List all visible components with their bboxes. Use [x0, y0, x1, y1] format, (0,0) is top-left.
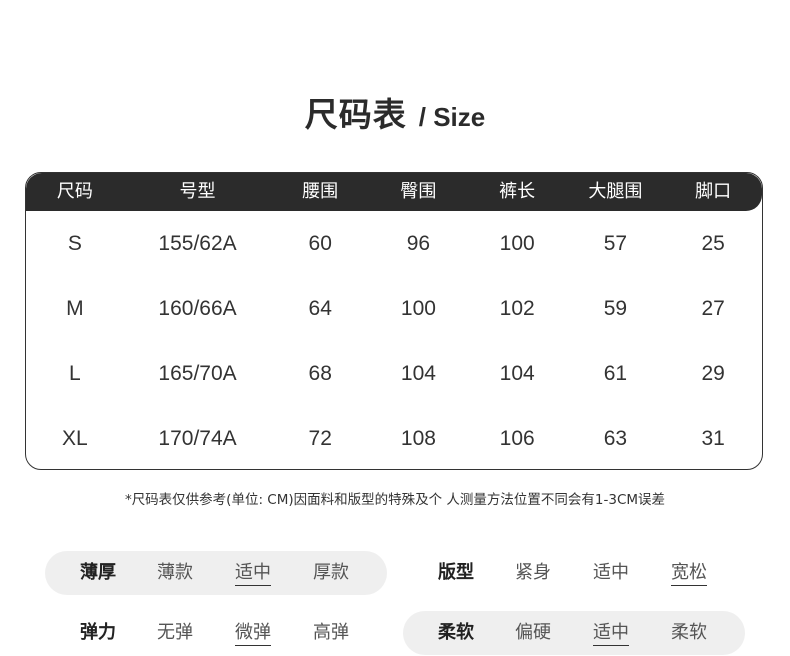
header-cell-hem: 脚口	[695, 181, 732, 202]
attr-option: 柔软	[671, 622, 707, 643]
attr-option: 宽松	[671, 561, 707, 586]
table-cell: 160/66A	[158, 297, 237, 320]
table-cell: 106	[499, 427, 535, 450]
attr-option: 厚款	[313, 562, 349, 583]
table-cell: 31	[701, 427, 725, 450]
table-cell: 165/70A	[158, 362, 237, 385]
attr-label-thickness: 薄厚	[80, 562, 116, 583]
attr-option: 薄款	[157, 562, 193, 583]
header-cell-hip: 臀围	[400, 181, 437, 202]
table-cell: 170/74A	[158, 427, 237, 450]
attr-option: 适中	[593, 621, 629, 646]
table-cell: 25	[701, 232, 725, 255]
table-cell: 57	[603, 232, 628, 255]
header-cell-model: 号型	[179, 181, 216, 202]
attr-elasticity: 弹力 无弹 微弹 高弹	[45, 611, 387, 655]
header-cell-waist: 腰围	[302, 181, 339, 202]
table-cell: 63	[603, 427, 628, 450]
header-cell-thigh: 大腿围	[588, 181, 643, 202]
attr-label-fit: 版型	[438, 562, 474, 583]
attr-option: 适中	[593, 562, 629, 583]
size-table: 尺码 号型 腰围 臀围 裤长 大腿围 脚口 S 155/62A 60 96 10…	[25, 172, 763, 470]
table-cell: 72	[308, 427, 332, 450]
attr-option: 紧身	[515, 562, 551, 583]
table-cell: 68	[308, 362, 332, 385]
table-cell: 108	[400, 427, 436, 450]
page-title: 尺码表 / Size	[0, 88, 790, 136]
attr-label-elasticity: 弹力	[80, 622, 116, 643]
table-cell: S	[67, 232, 82, 255]
attr-softness: 柔软 偏硬 适中 柔软	[403, 611, 745, 655]
table-cell: L	[69, 362, 81, 385]
table-row: L 165/70A 68 104 104 61 29	[26, 341, 762, 406]
attr-option: 微弹	[235, 621, 271, 646]
attr-option: 偏硬	[515, 622, 551, 643]
table-cell: 27	[701, 297, 725, 320]
table-cell: 59	[603, 297, 628, 320]
table-cell: 60	[308, 232, 332, 255]
table-header: 尺码 号型 腰围 臀围 裤长 大腿围 脚口	[26, 173, 762, 211]
title-english: / Size	[418, 102, 486, 132]
table-cell: 96	[406, 232, 431, 255]
table-cell: 64	[308, 297, 332, 320]
size-note: *尺码表仅供参考(单位: CM)因面料和版型的特殊及个 人测量方法位置不同会有1…	[124, 492, 666, 508]
table-row: M 160/66A 64 100 102 59 27	[26, 276, 762, 341]
table-row: XL 170/74A 72 108 106 63 31	[26, 406, 762, 469]
table-cell: 100	[400, 297, 436, 320]
attr-fit: 版型 紧身 适中 宽松	[403, 551, 745, 595]
table-cell: M	[66, 297, 84, 320]
header-cell-size: 尺码	[56, 181, 93, 202]
table-cell: 100	[499, 232, 535, 255]
table-cell: 155/62A	[158, 232, 237, 255]
attr-label-softness: 柔软	[438, 622, 474, 643]
attr-option: 无弹	[157, 622, 193, 643]
table-cell: 102	[499, 297, 535, 320]
attr-thickness: 薄厚 薄款 适中 厚款	[45, 551, 387, 595]
table-cell: 61	[603, 362, 628, 385]
table-cell: 104	[400, 362, 436, 385]
table-cell: 104	[499, 362, 535, 385]
attr-option: 适中	[235, 561, 271, 586]
table-cell: XL	[62, 427, 88, 450]
table-row: S 155/62A 60 96 100 57 25	[26, 211, 762, 276]
attr-option: 高弹	[313, 622, 349, 643]
table-cell: 29	[701, 362, 725, 385]
header-cell-length: 裤长	[499, 181, 536, 202]
title-chinese: 尺码表	[304, 95, 407, 134]
